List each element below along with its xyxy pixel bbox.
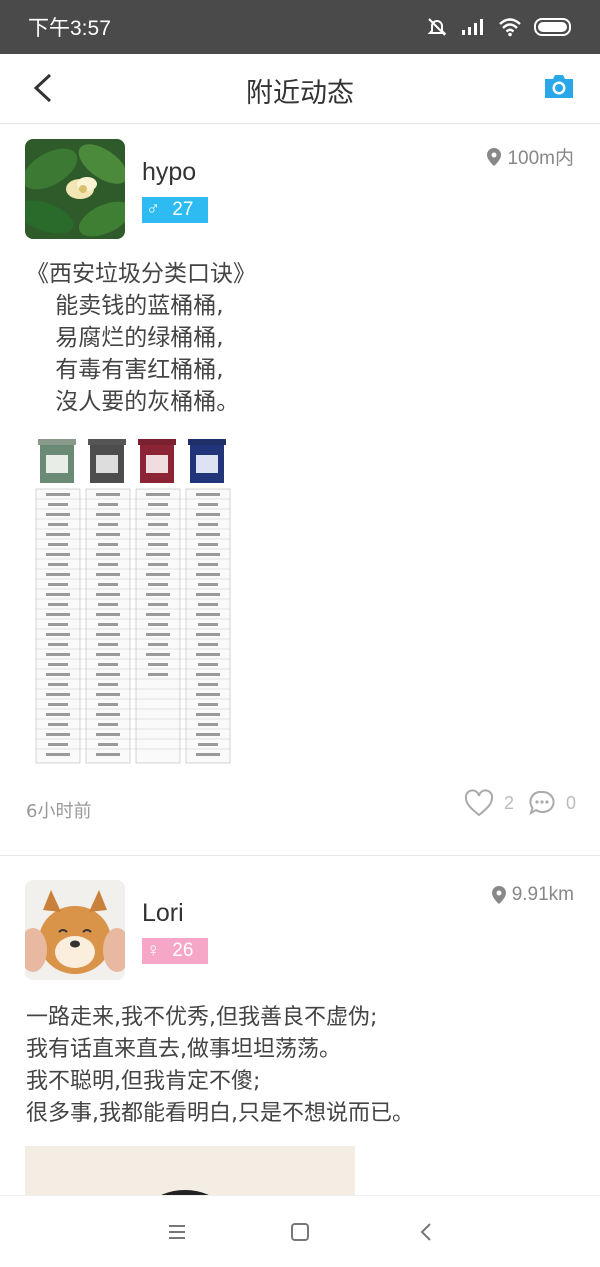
nav-bar: 附近动态 — [0, 54, 600, 124]
wifi-icon — [499, 18, 521, 37]
age: 27 — [172, 199, 194, 220]
male-icon: ♂ — [146, 199, 161, 220]
distance: 9.91km — [491, 884, 574, 906]
heart-icon — [464, 789, 494, 817]
status-time: 下午3:57 — [28, 17, 111, 40]
home-icon[interactable] — [285, 1218, 315, 1246]
feed-post[interactable]: Lori ♀ 26 9.91km 一路走来,我不优秀,但我善良不虚伪; 我有话直… — [0, 856, 600, 1195]
female-icon: ♀ — [146, 940, 161, 961]
distance-text: 100m内 — [507, 148, 574, 169]
menu-icon[interactable] — [162, 1218, 192, 1246]
comment-button[interactable]: 0 — [528, 789, 576, 817]
bin-gray — [88, 439, 126, 483]
distance: 100m内 — [487, 143, 574, 170]
mute-bell-icon — [427, 18, 447, 36]
avatar-image — [25, 139, 125, 239]
age: 26 — [172, 940, 194, 961]
avatar-image — [25, 880, 125, 980]
like-count: 2 — [504, 792, 515, 813]
feed-post[interactable]: hypo ♂ 27 100m内 《西安垃圾分类口诀》 能卖钱的蓝桶桶, 易腐烂的… — [0, 125, 600, 856]
battery-icon — [534, 18, 571, 36]
gender-age-badge: ♀ 26 — [142, 938, 208, 964]
system-nav-bar — [0, 1195, 600, 1267]
signal-icon — [462, 19, 483, 35]
like-button[interactable]: 2 — [464, 789, 514, 817]
post-text: 一路走来,我不优秀,但我善良不虚伪; 我有话直来直去,做事坦坦荡荡。 我不聪明,… — [26, 1005, 414, 1126]
username[interactable]: hypo — [142, 158, 196, 187]
bin-blue — [188, 439, 226, 483]
back-icon[interactable] — [412, 1218, 442, 1246]
post-image[interactable] — [25, 1146, 355, 1195]
bin-red — [138, 439, 176, 483]
status-icons — [426, 16, 574, 38]
avatar[interactable] — [25, 880, 125, 980]
post-text: 《西安垃圾分类口诀》 能卖钱的蓝桶桶, 易腐烂的绿桶桶, 有毒有害红桶桶, 沒人… — [26, 261, 256, 415]
post-time: 6小时前 — [26, 801, 92, 822]
comment-icon — [529, 790, 555, 816]
gender-age-badge: ♂ 27 — [142, 197, 208, 223]
avatar[interactable] — [25, 139, 125, 239]
page-title: 附近动态 — [246, 78, 354, 109]
feed-list[interactable]: hypo ♂ 27 100m内 《西安垃圾分类口诀》 能卖钱的蓝桶桶, 易腐烂的… — [0, 125, 600, 1195]
username[interactable]: Lori — [142, 899, 184, 928]
location-pin-icon — [491, 886, 506, 904]
distance-text: 9.91km — [511, 884, 574, 905]
bin-green — [38, 439, 76, 483]
status-bar: 下午3:57 — [0, 0, 600, 54]
camera-icon[interactable] — [542, 71, 576, 101]
comment-count: 0 — [566, 792, 577, 813]
post-image[interactable] — [32, 437, 236, 767]
location-pin-icon — [487, 147, 502, 166]
